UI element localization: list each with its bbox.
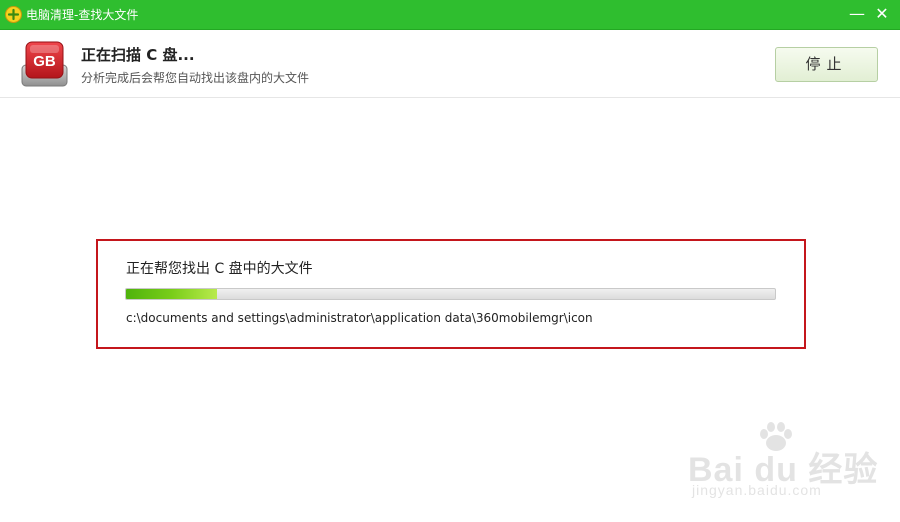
scan-status-box: 正在帮您找出 C 盘中的大文件 c:\documents and setting… <box>96 239 806 349</box>
page-title: 正在扫描 C 盘... <box>81 46 195 64</box>
header: GB 正在扫描 C 盘... 分析完成后会帮您自动找出该盘内的大文件 停止 <box>0 31 900 98</box>
scan-progress-fill <box>126 289 217 299</box>
stop-button[interactable]: 停止 <box>775 47 878 82</box>
window-title: 电脑清理-查找大文件 <box>26 8 139 22</box>
close-button[interactable]: ✕ <box>871 4 893 24</box>
disk-gb-icon: GB <box>21 41 68 87</box>
icon-text: GB <box>33 53 56 70</box>
current-scan-path: c:\documents and settings\administrator\… <box>126 311 593 325</box>
scan-progress-bar <box>125 288 776 300</box>
watermark-url: jingyan.baidu.com <box>692 482 822 498</box>
app-logo-icon <box>5 6 22 23</box>
baidu-watermark: Bai du 经验 jingyan.baidu.com <box>688 422 877 507</box>
title-bar: 电脑清理-查找大文件 — ✕ <box>0 0 900 30</box>
scan-status-label: 正在帮您找出 C 盘中的大文件 <box>126 261 313 277</box>
page-subtitle: 分析完成后会帮您自动找出该盘内的大文件 <box>81 71 310 85</box>
minimize-button[interactable]: — <box>846 4 868 24</box>
